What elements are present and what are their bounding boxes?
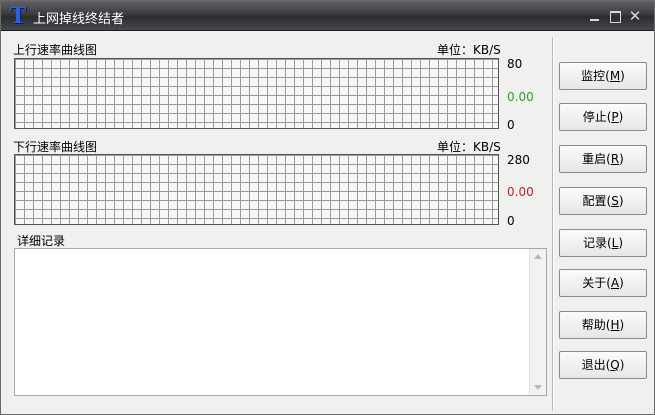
upload-rate-graph: [14, 58, 499, 129]
log-textarea[interactable]: [14, 248, 547, 396]
scroll-down-icon[interactable]: [534, 385, 542, 390]
download-current-rate: 0.00: [507, 185, 534, 199]
download-unit-label: 单位：KB/S: [437, 140, 501, 154]
close-icon[interactable]: ✕: [628, 9, 642, 24]
download-min-value: 0: [507, 214, 515, 228]
download-max-value: 280: [507, 153, 530, 167]
config-button[interactable]: 配置(S): [559, 187, 647, 215]
log-button[interactable]: 记录(L): [559, 229, 647, 257]
log-label: 详细记录: [17, 234, 66, 248]
exit-button[interactable]: 退出(Q): [559, 351, 647, 379]
scroll-up-icon[interactable]: [534, 254, 542, 259]
restart-button[interactable]: 重启(R): [559, 145, 647, 173]
help-button[interactable]: 帮助(H): [559, 311, 647, 339]
upload-current-rate: 0.00: [507, 90, 534, 104]
monitor-button[interactable]: 监控(M): [559, 62, 647, 90]
download-rate-graph: [14, 154, 499, 225]
app-logo-icon: T: [9, 3, 27, 29]
stop-button[interactable]: 停止(P): [559, 103, 647, 131]
download-graph-label: 下行速率曲线图: [13, 140, 98, 154]
panel-separator: [552, 37, 554, 411]
about-button[interactable]: 关于(A): [559, 269, 647, 297]
upload-graph-label: 上行速率曲线图: [13, 43, 98, 57]
app-window: T 上网掉线终结者 ✕ 上行速率曲线图 单位：KB/S 80 0.00 0 下行…: [0, 0, 655, 415]
upload-unit-label: 单位：KB/S: [437, 43, 501, 57]
upload-min-value: 0: [507, 118, 515, 132]
log-scrollbar[interactable]: [529, 249, 546, 395]
window-title: 上网掉线终结者: [33, 12, 125, 27]
title-bar[interactable]: T 上网掉线终结者 ✕: [1, 1, 654, 31]
maximize-icon[interactable]: [608, 9, 622, 23]
minimize-icon[interactable]: [588, 9, 602, 23]
upload-max-value: 80: [507, 57, 523, 71]
